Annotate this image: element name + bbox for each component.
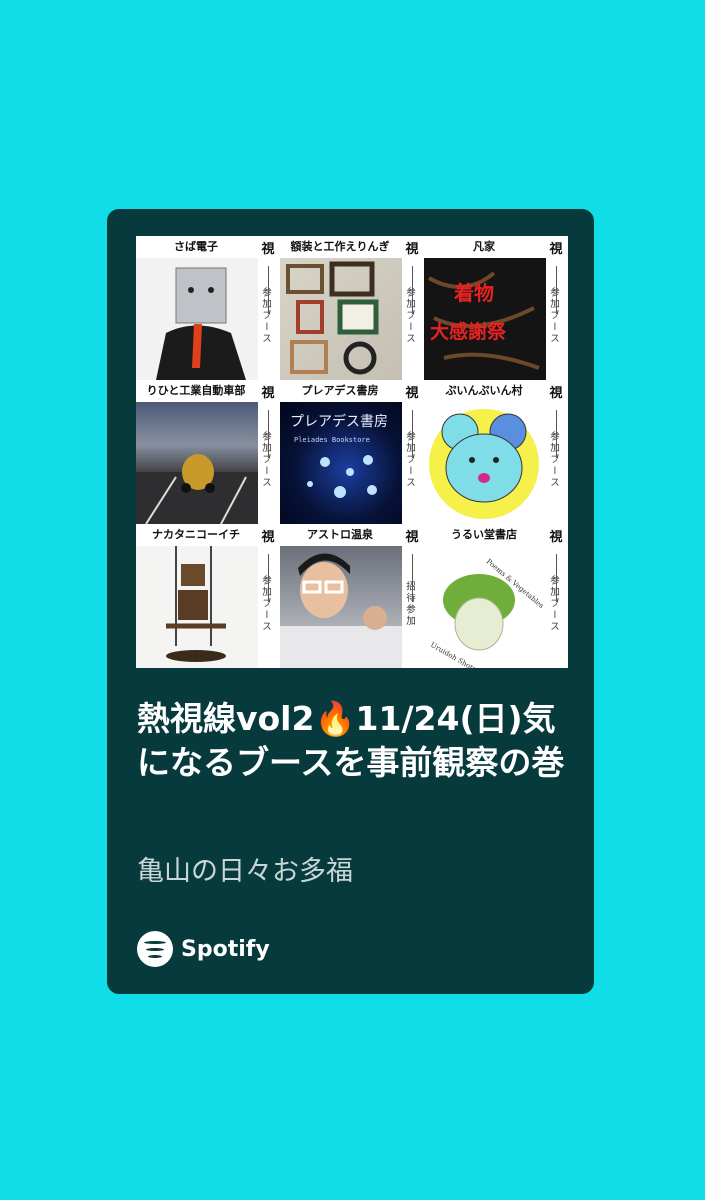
tile-label: さば電子 <box>174 240 218 253</box>
grid-tile-pleiades: プレアデス書房 Pleiades Bookstore プレアデス書房 視 参加ブ… <box>280 380 424 524</box>
grid-tile-astro: アストロ温泉 視 招待参加 <box>280 524 424 668</box>
photo-frames <box>280 258 402 380</box>
brand-mark: 視 <box>261 386 275 401</box>
grid-tile-rihito: りひと工業自動車部 視 参加ブース <box>136 380 280 524</box>
episode-title[interactable]: 熱視線vol2🔥11/24(日)気になるブースを事前観察の巻 <box>137 697 577 785</box>
grid-tile-eringi: 額装と工作えりんぎ 視 参加ブース <box>280 236 424 380</box>
grid-tile-puinpuin: ぷいんぷいん村 視 参加ブース <box>424 380 568 524</box>
brand-mark: 視 <box>405 386 419 401</box>
tile-side-text: 参加ブース <box>258 404 280 520</box>
spotify-icon <box>137 931 173 967</box>
kimono-line2: 大感謝祭 <box>430 320 507 343</box>
tile-label: プレアデス書房 <box>301 384 379 397</box>
spotify-branding[interactable]: Spotify <box>137 931 270 967</box>
photo-pleiades: プレアデス書房 Pleiades Bookstore <box>280 402 402 524</box>
episode-card[interactable]: さば電子 視 参加ブース 額装と工作えりんぎ 視 参加ブース 着物 大感謝祭 凡… <box>107 209 594 994</box>
photo-small-car <box>136 402 258 524</box>
photo-cabbage: Poems & Vegetables Uruidoh Shoten <box>424 546 546 668</box>
cover-art-grid: さば電子 視 参加ブース 額装と工作えりんぎ 視 参加ブース 着物 大感謝祭 凡… <box>136 236 568 668</box>
photo-robot-sculpture <box>136 546 258 668</box>
spotify-wordmark: Spotify <box>181 936 270 962</box>
photo-kimono-poster: 着物 大感謝祭 <box>424 258 546 380</box>
show-name[interactable]: 亀山の日々お多福 <box>137 849 353 888</box>
brand-mark: 視 <box>549 386 563 401</box>
grid-tile-nakatani: ナカタニコーイチ 視 参加ブース <box>136 524 280 668</box>
tile-label: アストロ温泉 <box>307 528 373 541</box>
tile-side-text: 参加ブース <box>546 260 568 376</box>
pleiades-title: プレアデス書房 <box>290 413 388 430</box>
tile-label: 額装と工作えりんぎ <box>290 240 390 253</box>
brand-mark: 視 <box>549 530 563 545</box>
photo-mouse-character <box>424 402 546 524</box>
pleiades-sub: Pleiades Bookstore <box>294 436 370 444</box>
tile-side-text: 参加ブース <box>402 404 424 520</box>
tile-label: ナカタニコーイチ <box>152 528 240 541</box>
grid-tile-sabadenshi: さば電子 視 参加ブース <box>136 236 280 380</box>
tile-side-text: 参加ブース <box>546 548 568 664</box>
tile-side-text: 参加ブース <box>546 404 568 520</box>
brand-mark: 視 <box>261 242 275 257</box>
tile-side-text: 参加ブース <box>258 260 280 376</box>
tile-side-text: 招待参加 <box>402 548 424 664</box>
grid-tile-bonka: 着物 大感謝祭 凡家 視 参加ブース <box>424 236 568 380</box>
tile-label: 凡家 <box>473 240 495 253</box>
tile-label: ぷいんぷいん村 <box>445 384 523 397</box>
brand-mark: 視 <box>261 530 275 545</box>
brand-mark: 視 <box>549 242 563 257</box>
tile-label: うるい堂書店 <box>451 528 517 541</box>
kimono-line1: 着物 <box>453 281 494 305</box>
photo-person-glasses <box>280 546 402 668</box>
brand-mark: 視 <box>405 242 419 257</box>
tile-side-text: 参加ブース <box>258 548 280 664</box>
brand-mark: 視 <box>405 530 419 545</box>
grid-tile-urui: Poems & Vegetables Uruidoh Shoten うるい堂書店… <box>424 524 568 668</box>
photo-bucket-head <box>136 258 258 380</box>
tile-side-text: 参加ブース <box>402 260 424 376</box>
tile-label: りひと工業自動車部 <box>146 384 246 397</box>
